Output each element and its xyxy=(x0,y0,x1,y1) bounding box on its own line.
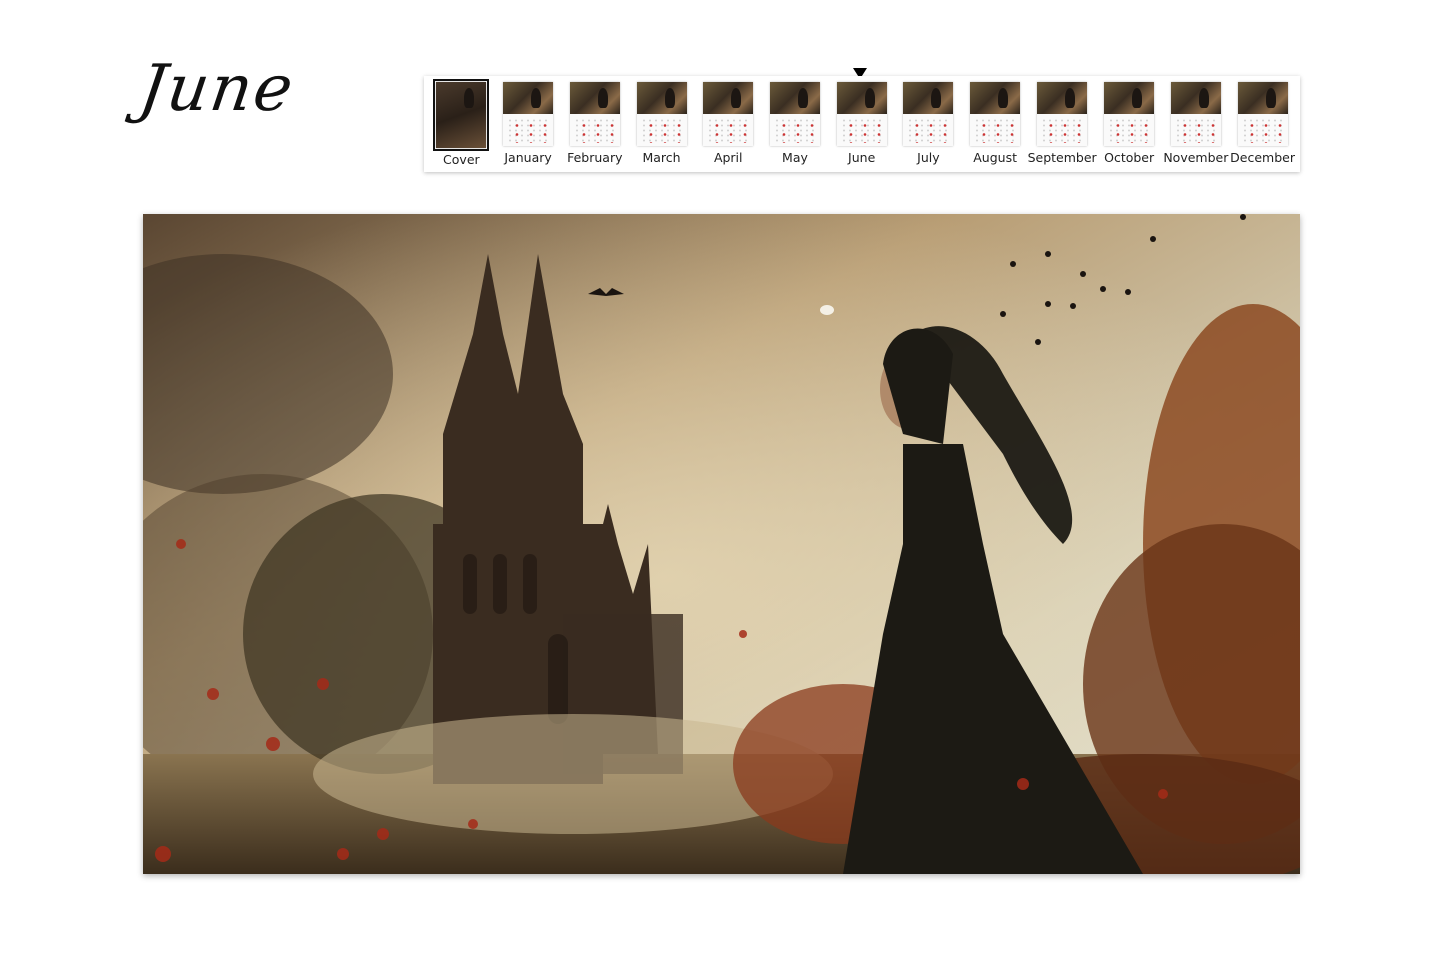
thumbnail-image xyxy=(503,82,554,146)
thumbnail-label: August xyxy=(973,150,1017,165)
thumbnail-cover[interactable]: Cover xyxy=(428,79,495,167)
thumbnail-december[interactable]: December xyxy=(1229,82,1296,167)
thumbnail-image xyxy=(1170,82,1221,146)
thumbnail-march[interactable]: March xyxy=(628,82,695,167)
thumbnail-image xyxy=(1237,82,1288,146)
thumbnail-image xyxy=(569,82,620,146)
thumbnail-label: July xyxy=(917,150,940,165)
thumbnail-label: February xyxy=(567,150,623,165)
thumbnail-label: September xyxy=(1027,150,1097,165)
thumbnail-label: December xyxy=(1230,150,1295,165)
thumbnail-label: January xyxy=(504,150,552,165)
thumbnail-image xyxy=(1037,82,1088,146)
thumbnail-february[interactable]: February xyxy=(561,82,628,167)
thumbnail-label: October xyxy=(1104,150,1155,165)
thumbnail-august[interactable]: August xyxy=(962,82,1029,167)
thumbnail-label: March xyxy=(642,150,681,165)
thumbnail-label: June xyxy=(848,150,876,165)
page-title: June xyxy=(134,52,300,126)
thumbnail-image xyxy=(769,82,820,146)
thumbnail-label: April xyxy=(713,150,743,165)
month-thumbnail-strip: Cover January February March April May J… xyxy=(424,76,1300,172)
thumbnail-image xyxy=(433,79,490,151)
thumbnail-april[interactable]: April xyxy=(695,82,762,167)
thumbnail-image xyxy=(903,82,954,146)
thumbnail-january[interactable]: January xyxy=(495,82,562,167)
thumbnail-label: Cover xyxy=(443,152,480,167)
thumbnail-label: May xyxy=(782,150,808,165)
thumbnail-june[interactable]: June xyxy=(828,82,895,167)
thumbnail-july[interactable]: July xyxy=(895,82,962,167)
thumbnail-image xyxy=(1104,82,1155,146)
thumbnail-image xyxy=(970,82,1021,146)
month-artwork xyxy=(143,214,1300,874)
thumbnail-september[interactable]: September xyxy=(1027,82,1097,167)
thumbnail-image xyxy=(836,82,887,146)
thumbnail-may[interactable]: May xyxy=(762,82,829,167)
thumbnail-label: November xyxy=(1163,150,1229,165)
thumbnail-october[interactable]: October xyxy=(1096,82,1163,167)
thumbnail-november[interactable]: November xyxy=(1162,82,1229,167)
thumbnail-image xyxy=(636,82,687,146)
thumbnail-image xyxy=(703,82,754,146)
